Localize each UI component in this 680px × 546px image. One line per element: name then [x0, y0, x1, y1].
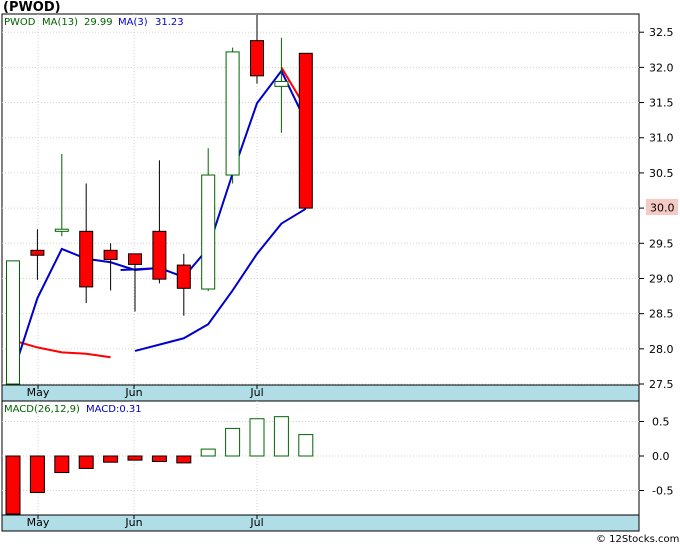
x-tick-label: Jul — [249, 516, 263, 529]
x-tick-label: May — [27, 386, 50, 399]
candle-body — [274, 80, 289, 87]
x-tick-label: Jun — [124, 516, 142, 529]
candle-body — [201, 174, 216, 290]
macd-panel-frame — [1, 400, 640, 516]
macd-tick-label: 0.0 — [652, 450, 670, 463]
price-panel-frame — [1, 13, 640, 386]
price-tick-label: 28.0 — [649, 343, 674, 356]
candle-body — [30, 249, 45, 256]
candle-body — [128, 253, 142, 265]
price-tick-label: 29.5 — [649, 237, 674, 250]
macd-bar — [127, 455, 143, 461]
candle-body — [103, 249, 118, 260]
macd-bar — [151, 455, 167, 463]
price-legend: PWOD MA(13) 29.99 MA(3) 31.23 — [4, 17, 184, 28]
macd-panel: 0.5 0.0 -0.5 MACD(26,12,9) MACD:0.31 — [1, 400, 673, 516]
x-tick-label: May — [27, 516, 50, 529]
macd-tick-label: 0.5 — [652, 416, 670, 429]
candle-body — [250, 40, 264, 77]
last-price-label: 30.0 — [650, 202, 675, 215]
macd-bar — [249, 418, 265, 457]
legend-ma3-label: MA(3) — [118, 17, 148, 28]
candle-body — [152, 230, 167, 280]
x-tick-label: Jun — [124, 386, 142, 399]
price-tick-label: 32.0 — [649, 61, 674, 74]
price-tick-label: 31.0 — [649, 132, 674, 145]
price-panel: 27.5 28.0 28.5 29.0 29.5 30.0 30.5 31.0 31.5 32.0… — [1, 13, 678, 391]
macd-legend-label: MACD(26,12,9) — [4, 404, 80, 415]
macd-tick-label: -0.5 — [652, 485, 673, 498]
macd-bar — [78, 455, 94, 469]
candle-body — [176, 264, 191, 289]
candle-body — [298, 52, 313, 209]
chart-title: (PWOD) — [3, 0, 61, 15]
legend-ma13-value: 29.99 — [84, 17, 113, 28]
macd-bar — [5, 455, 21, 515]
macd-bar — [200, 448, 216, 457]
legend-ma3-value: 31.23 — [155, 17, 184, 28]
candle-body — [6, 260, 20, 385]
macd-bar — [54, 455, 70, 474]
macd-bar — [298, 434, 314, 457]
candle-body — [54, 228, 69, 232]
macd-bar — [29, 455, 45, 494]
macd-bar — [176, 455, 192, 464]
legend-ma13-label: MA(13) — [42, 17, 78, 28]
price-tick-label: 30.5 — [649, 167, 674, 180]
macd-bar — [225, 427, 241, 457]
candle-body — [225, 51, 240, 176]
candle-body — [79, 230, 94, 288]
stock-chart: 27.5 28.0 28.5 29.0 29.5 30.0 30.5 31.0 31.5 32.0… — [0, 0, 680, 546]
macd-bar — [273, 416, 289, 457]
x-tick-label: Jul — [249, 386, 263, 399]
price-tick-label: 27.5 — [649, 378, 674, 391]
price-tick-label: 28.5 — [649, 308, 674, 321]
macd-bar — [103, 455, 119, 463]
price-tick-label: 32.5 — [649, 26, 674, 39]
legend-symbol: PWOD — [4, 17, 36, 28]
date-axis-bar-bottom — [1, 514, 640, 532]
price-tick-label: 31.5 — [649, 97, 674, 110]
price-tick-label: 29.0 — [649, 272, 674, 285]
macd-legend-value: MACD:0.31 — [86, 404, 142, 415]
footer-credit: © 12Stocks.com — [596, 534, 679, 545]
date-axis-bar — [1, 384, 640, 402]
